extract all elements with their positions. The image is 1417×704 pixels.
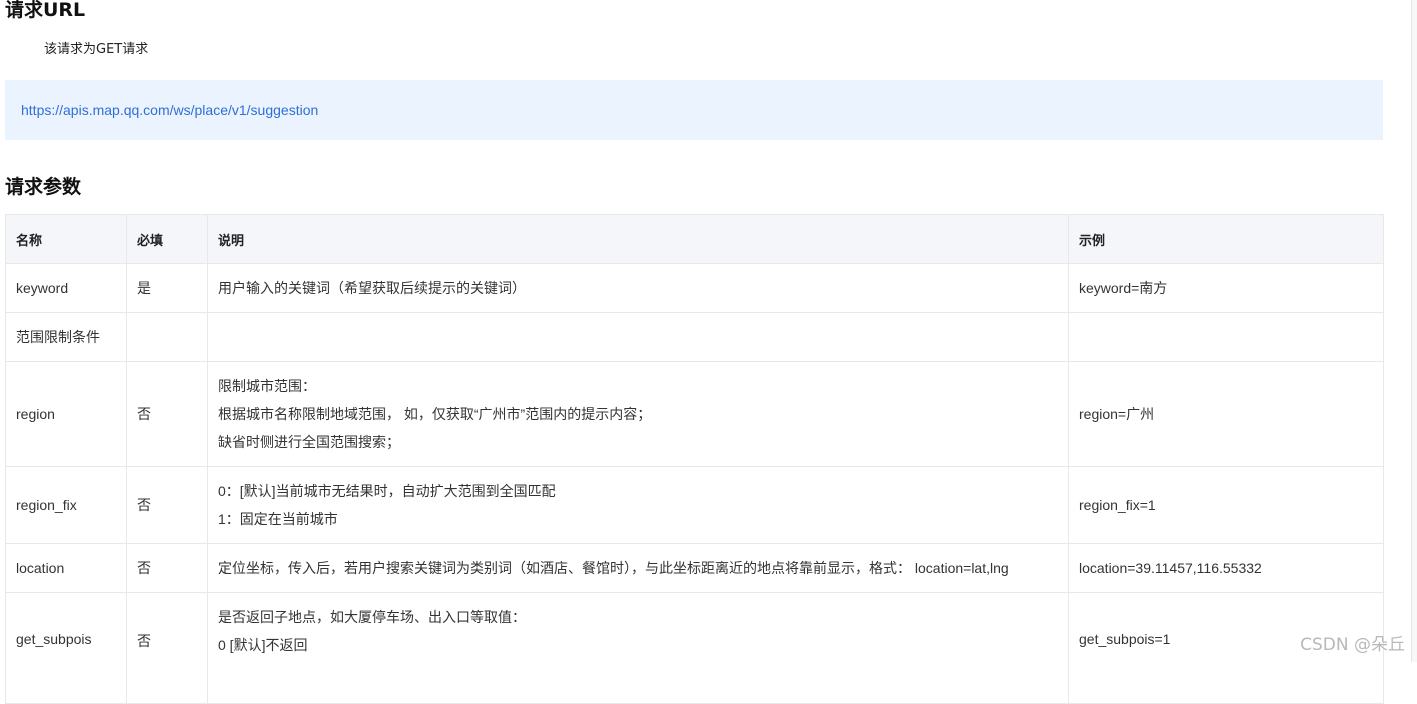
param-example: keyword=南方 bbox=[1068, 263, 1384, 313]
param-description: 0：[默认]当前城市无结果时，自动扩大范围到全国匹配 1：固定在当前城市 bbox=[207, 466, 1069, 544]
url-code-block: https://apis.map.qq.com/ws/place/v1/sugg… bbox=[5, 80, 1383, 140]
param-example bbox=[1068, 312, 1384, 362]
param-description: 限制城市范围： 根据城市名称限制地域范围， 如，仅获取“广州市”范围内的提示内容… bbox=[207, 361, 1069, 467]
param-description: 用户输入的关键词（希望获取后续提示的关键词） bbox=[207, 263, 1069, 313]
description-line: 0：[默认]当前城市无结果时，自动扩大范围到全国匹配 bbox=[218, 483, 556, 499]
param-description bbox=[207, 312, 1069, 362]
param-name-text: get_subpois bbox=[16, 631, 92, 647]
description-line: 0 [默认]不返回 bbox=[218, 637, 308, 653]
table-row: region 否 限制城市范围： 根据城市名称限制地域范围， 如，仅获取“广州市… bbox=[5, 361, 1384, 467]
param-required: 否 bbox=[126, 592, 208, 704]
description-line: 缺省时侧进行全国范围搜索； bbox=[218, 434, 400, 450]
description-line: 定位坐标，传入后，若用户搜索关键词为类别词（如酒店、餐馆时），与此坐标距离近的地… bbox=[218, 560, 1009, 576]
column-header-example: 示例 bbox=[1068, 214, 1384, 264]
description-line: 根据城市名称限制地域范围， 如，仅获取“广州市”范围内的提示内容； bbox=[218, 406, 652, 422]
api-url-link[interactable]: https://apis.map.qq.com/ws/place/v1/sugg… bbox=[21, 102, 318, 118]
param-name: region bbox=[5, 361, 127, 467]
description-line: 限制城市范围： bbox=[218, 378, 316, 394]
param-example: region_fix=1 bbox=[1068, 466, 1384, 544]
param-description: 是否返回子地点，如大厦停车场、出入口等取值： 0 [默认]不返回 bbox=[207, 592, 1069, 704]
table-row: keyword 是 用户输入的关键词（希望获取后续提示的关键词） keyword… bbox=[5, 263, 1384, 313]
param-required: 否 bbox=[126, 543, 208, 593]
table-row: 范围限制条件 bbox=[5, 312, 1384, 362]
param-required: 是 bbox=[126, 263, 208, 313]
description-line: 用户输入的关键词（希望获取后续提示的关键词） bbox=[218, 280, 526, 296]
request-params-heading: 请求参数 bbox=[5, 176, 82, 198]
request-url-heading: 请求URL bbox=[5, 0, 86, 21]
param-required bbox=[126, 312, 208, 362]
vertical-scrollbar[interactable] bbox=[1411, 0, 1417, 662]
description-line: 是否返回子地点，如大厦停车场、出入口等取值： bbox=[218, 609, 526, 625]
table-row: region_fix 否 0：[默认]当前城市无结果时，自动扩大范围到全国匹配 … bbox=[5, 466, 1384, 544]
param-name: get_subpois bbox=[5, 592, 127, 704]
param-required: 否 bbox=[126, 361, 208, 467]
param-name: keyword bbox=[5, 263, 127, 313]
watermark: CSDN @朵丘 bbox=[1300, 635, 1405, 655]
description-lines: 是否返回子地点，如大厦停车场、出入口等取值： 0 [默认]不返回 bbox=[218, 593, 1058, 659]
table-row: get_subpois 否 是否返回子地点，如大厦停车场、出入口等取值： 0 [… bbox=[5, 592, 1384, 704]
param-name: region_fix bbox=[5, 466, 127, 544]
param-name: 范围限制条件 bbox=[5, 312, 127, 362]
param-name: location bbox=[5, 543, 127, 593]
params-table: 名称 必填 说明 示例 keyword 是 用户输入的关键词（希望获取后续提示的… bbox=[5, 214, 1384, 704]
request-method-description: 该请求为GET请求 bbox=[44, 42, 149, 57]
column-header-description: 说明 bbox=[207, 214, 1069, 264]
param-description: 定位坐标，传入后，若用户搜索关键词为类别词（如酒店、餐馆时），与此坐标距离近的地… bbox=[207, 543, 1069, 593]
param-required-text: 否 bbox=[137, 633, 151, 649]
column-header-required: 必填 bbox=[126, 214, 208, 264]
param-example: location=39.11457,116.55332 bbox=[1068, 543, 1384, 593]
param-example: region=广州 bbox=[1068, 361, 1384, 467]
table-row: location 否 定位坐标，传入后，若用户搜索关键词为类别词（如酒店、餐馆时… bbox=[5, 543, 1384, 593]
table-header-row: 名称 必填 说明 示例 bbox=[5, 214, 1384, 264]
description-line: 1：固定在当前城市 bbox=[218, 511, 338, 527]
param-required: 否 bbox=[126, 466, 208, 544]
column-header-name: 名称 bbox=[5, 214, 127, 264]
